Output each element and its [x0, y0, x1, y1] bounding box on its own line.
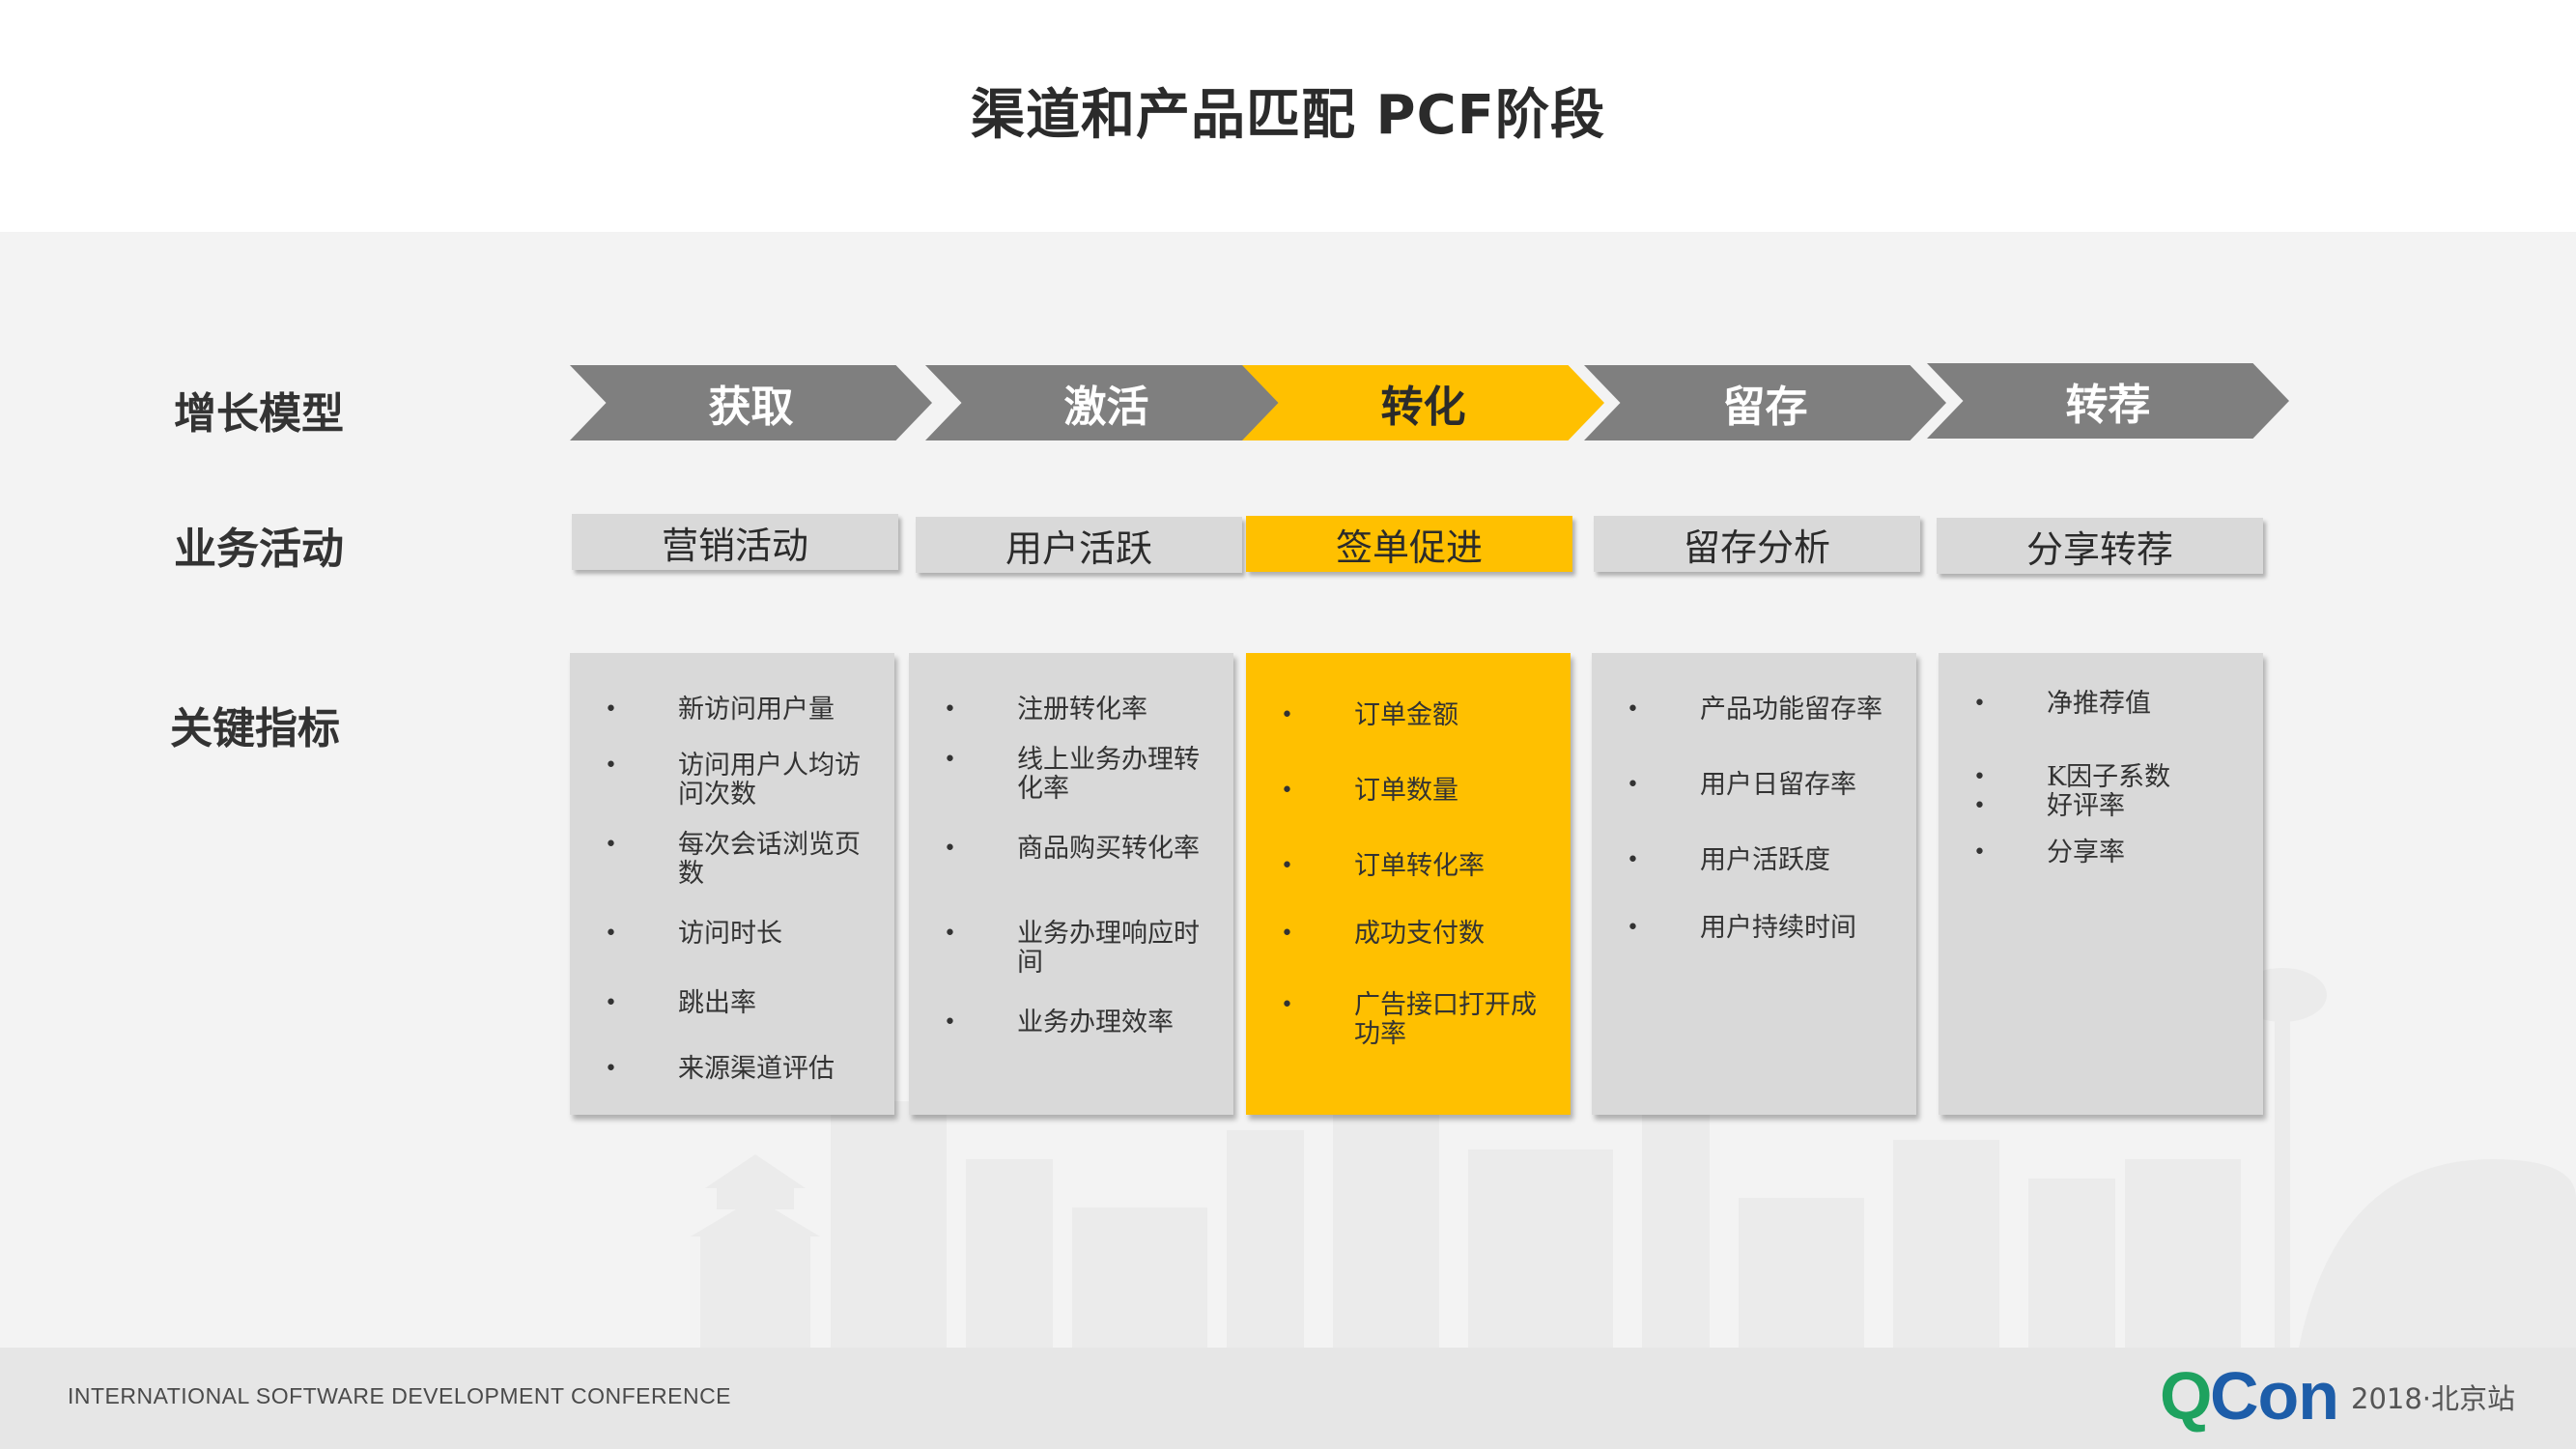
- activity-label: 营销活动: [661, 524, 808, 567]
- metrics-card: • 订单金额 • 订单数量 • 订单转化率 • 成功支付数 • 广告接口打开成功率: [1246, 653, 1571, 1115]
- logo-year-city: 2018·北京站: [2351, 1382, 2516, 1415]
- bullet-icon: •: [1627, 773, 1639, 797]
- bullet-icon: •: [1281, 922, 1293, 946]
- bullet-icon: •: [605, 991, 617, 1015]
- bullet-icon: •: [1281, 993, 1293, 1017]
- activity-box: 分享转荐: [1937, 518, 2263, 574]
- bullet-icon: •: [944, 1010, 956, 1035]
- stage-chevron: 转化: [1242, 365, 1604, 440]
- metrics-card: • 注册转化率 • 线上业务办理转化率 • 商品购买转化率 • 业务办理响应时间 • 业务…: [909, 653, 1233, 1115]
- activity-box: 留存分析: [1594, 516, 1920, 572]
- bullet-icon: •: [1973, 692, 1986, 716]
- bullet-icon: •: [1281, 703, 1293, 727]
- slide: 渠道和产品匹配 PCF阶段 增长模型 业务活动 关键指标 获取 激活 转化 留存…: [0, 0, 2576, 1449]
- activity-box: 营销活动: [572, 514, 898, 570]
- metrics-card: • 净推荐值 • K因子系数 • 好评率 • 分享率: [1939, 653, 2263, 1115]
- row-label-key-metrics: 关键指标: [170, 704, 340, 753]
- row-label-business-activity: 业务活动: [174, 525, 344, 574]
- activity-box: 签单促进: [1246, 516, 1572, 572]
- activity-label: 留存分析: [1683, 526, 1830, 569]
- bullet-icon: •: [1627, 697, 1639, 722]
- stage-chevron: 获取: [570, 365, 932, 440]
- stage-chevron: 激活: [925, 365, 1288, 440]
- bullet-icon: •: [1973, 794, 1986, 818]
- conference-name: INTERNATIONAL SOFTWARE DEVELOPMENT CONFE…: [68, 1383, 732, 1408]
- activity-label: 用户活跃: [1005, 526, 1152, 570]
- bullet-icon: •: [944, 748, 956, 772]
- bullet-icon: •: [944, 697, 956, 722]
- row-label-growth-model: 增长模型: [174, 389, 344, 439]
- logo-con: Con: [2210, 1358, 2339, 1434]
- page-title: 渠道和产品匹配 PCF阶段: [971, 84, 1605, 147]
- stage-chevron: 留存: [1584, 365, 1946, 440]
- stage-chevron: 转荐: [1927, 363, 2289, 439]
- bullet-icon: •: [1973, 840, 1986, 865]
- bullet-icon: •: [1973, 765, 1986, 789]
- bullet-icon: •: [1281, 854, 1293, 878]
- stage-label: 转化: [1380, 383, 1466, 432]
- bullet-icon: •: [944, 922, 956, 946]
- bullet-icon: •: [1281, 779, 1293, 803]
- stage-label: 获取: [708, 383, 794, 432]
- bullet-icon: •: [605, 753, 617, 778]
- activity-label: 签单促进: [1335, 526, 1483, 569]
- stage-label: 留存: [1722, 383, 1808, 432]
- activity-box: 用户活跃: [916, 517, 1242, 573]
- bullet-icon: •: [605, 922, 617, 946]
- activity-label: 分享转荐: [2025, 527, 2173, 571]
- logo-q: Q: [2160, 1358, 2213, 1434]
- bullet-icon: •: [605, 833, 617, 857]
- metrics-card: • 新访问用户量 • 访问用户人均访问次数 • 每次会话浏览页数 • 访问时长 • 跳出率…: [570, 653, 894, 1115]
- stage-label: 转荐: [2065, 381, 2151, 430]
- stage-label: 激活: [1063, 383, 1149, 432]
- bullet-icon: •: [605, 697, 617, 722]
- bullet-icon: •: [605, 1057, 617, 1081]
- bullet-icon: •: [1627, 848, 1639, 872]
- bullet-icon: •: [944, 837, 956, 861]
- bullet-icon: •: [1627, 916, 1639, 940]
- metrics-card: • 产品功能留存率 • 用户日留存率 • 用户活跃度 • 用户持续时间: [1592, 653, 1916, 1115]
